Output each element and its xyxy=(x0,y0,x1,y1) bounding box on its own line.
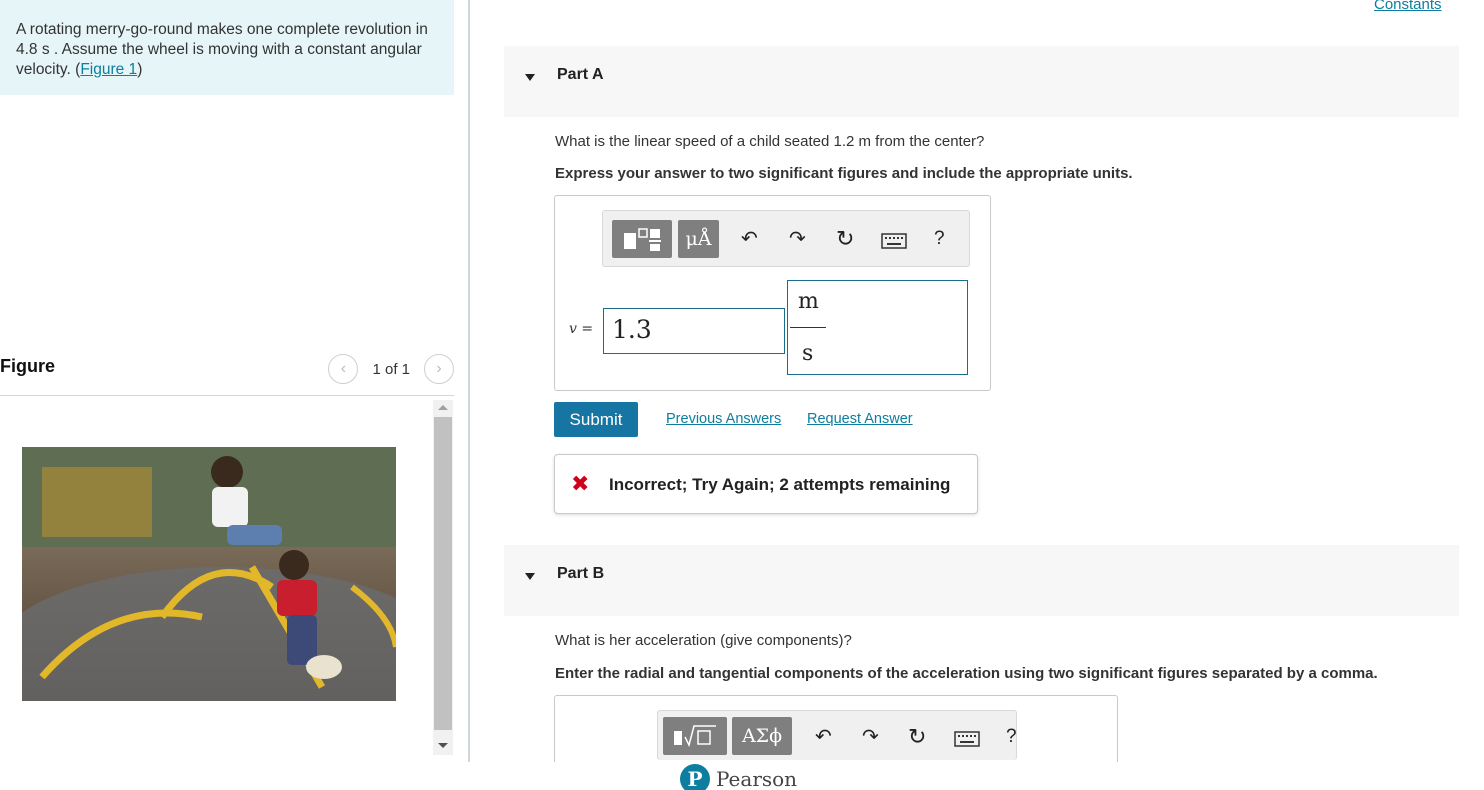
intro-suffix: ) xyxy=(137,61,143,78)
submit-button[interactable]: Submit xyxy=(554,402,638,437)
pearson-brand: Pearson xyxy=(716,767,798,790)
figure-title: Figure xyxy=(0,356,56,376)
incorrect-x-icon: ✖ xyxy=(571,471,590,496)
part-a-question: What is the linear speed of a child seat… xyxy=(555,133,985,150)
units-button[interactable]: μÅ xyxy=(678,220,719,258)
figure-scrollbar[interactable] xyxy=(433,400,453,755)
math-templates-button[interactable] xyxy=(663,717,727,755)
problem-intro: A rotating merry-go-round makes one comp… xyxy=(0,0,454,95)
keyboard-svg xyxy=(881,233,907,249)
keyboard-svg xyxy=(954,731,980,747)
previous-answers-link[interactable]: Previous Answers xyxy=(666,411,781,427)
part-a-toolbar: μÅ ↶ ↷ ↻ ? xyxy=(602,210,970,267)
pearson-logo-icon: P xyxy=(680,764,710,790)
part-b-header[interactable]: Part B xyxy=(504,545,1459,616)
fraction-bar xyxy=(790,327,826,328)
photo-image xyxy=(22,447,396,701)
feedback-text: Incorrect; Try Again; 2 attempts remaini… xyxy=(609,475,951,494)
part-a-instruction: Express your answer to two significant f… xyxy=(555,165,1133,182)
part-a-answer-box: μÅ ↶ ↷ ↻ ? v = 1.3 m s xyxy=(554,195,991,391)
redo-icon[interactable]: ↷ xyxy=(789,227,806,251)
pearson-footer: P Pearson xyxy=(680,764,797,790)
part-a-header[interactable]: Part A xyxy=(504,46,1459,117)
figure-header: Figure ‹ 1 of 1 › xyxy=(0,350,454,396)
figure-pager: ‹ 1 of 1 › xyxy=(328,354,454,384)
pager-text: 1 of 1 xyxy=(372,360,410,378)
constants-link[interactable]: Constants xyxy=(1374,0,1442,13)
merry-go-round-photo xyxy=(22,447,396,701)
part-b-label: Part B xyxy=(557,565,605,582)
help-icon[interactable]: ? xyxy=(934,227,945,251)
reset-icon[interactable]: ↻ xyxy=(836,227,854,251)
undo-icon[interactable]: ↶ xyxy=(741,227,758,251)
collapse-triangle-icon[interactable] xyxy=(525,74,535,81)
units-denominator: s xyxy=(802,341,814,366)
templates-icon xyxy=(624,228,661,251)
left-pane: A rotating merry-go-round makes one comp… xyxy=(0,0,470,762)
templates-button[interactable] xyxy=(612,220,672,258)
redo-icon[interactable]: ↷ xyxy=(862,725,879,749)
chevron-left-icon[interactable]: ‹ xyxy=(328,354,359,384)
feedback-message: ✖ Incorrect; Try Again; 2 attempts remai… xyxy=(554,454,978,514)
part-b-toolbar: ΑΣϕ ↶ ↷ ↻ ? xyxy=(657,710,1017,760)
scroll-up-icon[interactable] xyxy=(438,405,448,410)
units-numerator: m xyxy=(798,289,819,314)
sqrt-template-icon xyxy=(674,725,716,748)
units-input[interactable]: m s xyxy=(787,280,968,375)
request-answer-link[interactable]: Request Answer xyxy=(807,411,913,427)
part-b-instruction: Enter the radial and tangential componen… xyxy=(555,665,1378,682)
collapse-triangle-icon[interactable] xyxy=(525,573,535,580)
reset-icon[interactable]: ↻ xyxy=(908,725,926,749)
part-a-label: Part A xyxy=(557,66,604,83)
part-b-answer-box: ΑΣϕ ↶ ↷ ↻ ? xyxy=(554,695,1118,762)
chevron-right-icon[interactable]: › xyxy=(424,354,454,384)
variable-label: v = xyxy=(569,321,594,337)
greek-button[interactable]: ΑΣϕ xyxy=(732,717,792,755)
undo-icon[interactable]: ↶ xyxy=(815,725,832,749)
scroll-down-icon[interactable] xyxy=(438,743,448,748)
intro-text: A rotating merry-go-round makes one comp… xyxy=(16,21,428,78)
figure-link[interactable]: Figure 1 xyxy=(80,61,137,78)
keyboard-icon[interactable] xyxy=(881,231,907,255)
help-icon[interactable]: ? xyxy=(1006,725,1017,749)
scroll-thumb[interactable] xyxy=(434,417,452,730)
keyboard-icon[interactable] xyxy=(954,729,980,753)
part-b-question: What is her acceleration (give component… xyxy=(555,632,852,649)
value-input[interactable]: 1.3 xyxy=(603,308,785,354)
